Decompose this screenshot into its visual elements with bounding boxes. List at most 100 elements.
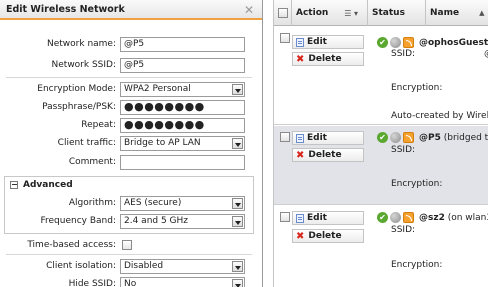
algorithm-label: Algorithm: (68, 198, 116, 208)
chevron-down-icon[interactable] (232, 216, 243, 227)
close-icon[interactable]: ✕ (244, 3, 254, 17)
select-all-cell (274, 0, 292, 26)
passphrase-label: Passphrase/PSK: (42, 102, 116, 112)
edit-button[interactable]: Edit (292, 35, 364, 49)
wireless-icon (403, 212, 414, 223)
passphrase-input[interactable]: ●●●●●●●● (120, 100, 245, 115)
client-isolation-row: Client isolation: Disabled (0, 259, 250, 275)
encryption-label: Encryption: (391, 83, 443, 93)
divider (6, 77, 252, 78)
column-header-name[interactable]: Name ▲ (426, 0, 488, 26)
delete-button[interactable]: ✖ Delete (292, 52, 364, 66)
wireless-icon (403, 37, 414, 48)
frequency-band-row: Frequency Band: 2.4 and 5 GHz (0, 214, 250, 230)
client-traffic-label: Client traffic: (57, 138, 116, 148)
edit-button[interactable]: Edit (292, 211, 364, 225)
row-checkbox[interactable] (280, 212, 290, 222)
edit-icon (296, 133, 304, 143)
time-based-access-label: Time-based access: (27, 240, 116, 250)
status-icons: ✔ @P5 (bridged t (377, 132, 488, 143)
ssid-value: @ (484, 49, 488, 59)
status-icons: ✔ @ophosGuest ( (377, 37, 488, 48)
encryption-mode-select[interactable]: WPA2 Personal (120, 82, 245, 97)
hide-ssid-row: Hide SSID: No (0, 277, 250, 287)
network-ssid-input[interactable]: @P5 (120, 58, 245, 73)
chevron-down-icon[interactable] (232, 84, 243, 95)
network-name: @P5 (419, 132, 441, 143)
comment-input[interactable] (120, 155, 245, 170)
encryption-label: Encryption: (391, 179, 443, 189)
client-traffic-row: Client traffic: Bridge to AP LAN (0, 136, 250, 152)
chevron-down-icon[interactable] (232, 279, 243, 287)
network-note: Auto-created by Wireles (391, 111, 488, 121)
table-row[interactable]: Edit ✖ Delete ✔ @ophosGuest ( SSID: @ En… (274, 27, 488, 125)
comment-label: Comment: (68, 157, 116, 167)
table-row[interactable]: Edit ✖ Delete ✔ @P5 (bridged t SSID: Enc… (274, 126, 488, 205)
client-traffic-value: Bridge to AP LAN (124, 138, 201, 148)
edit-button-label: Edit (307, 213, 327, 223)
row-checkbox[interactable] (280, 33, 290, 43)
table-row[interactable]: Edit ✖ Delete ✔ @sz2 (on wlan3 SSID: Enc… (274, 206, 488, 287)
ssid-label: SSID: (391, 49, 416, 59)
check-status-icon: ✔ (377, 37, 388, 48)
column-header-status[interactable]: Status (368, 0, 426, 26)
client-traffic-select[interactable]: Bridge to AP LAN (120, 136, 245, 151)
delete-button-label: Delete (308, 231, 342, 241)
encryption-mode-row: Encryption Mode: WPA2 Personal (0, 82, 250, 98)
column-menu-icon[interactable]: ☰ ▾ (344, 9, 358, 18)
passphrase-row: Passphrase/PSK: ●●●●●●●● (0, 100, 250, 116)
client-isolation-label: Client isolation: (46, 261, 116, 271)
delete-button[interactable]: ✖ Delete (292, 229, 364, 243)
inactive-status-icon (390, 212, 401, 223)
advanced-title: Advanced (23, 180, 73, 190)
ssid-label: SSID: (391, 145, 416, 155)
select-all-checkbox[interactable] (278, 8, 288, 18)
chevron-down-icon[interactable] (232, 261, 243, 272)
frequency-band-value: 2.4 and 5 GHz (124, 216, 189, 226)
advanced-header[interactable]: − Advanced (10, 180, 73, 190)
delete-icon: ✖ (296, 53, 305, 65)
algorithm-select[interactable]: AES (secure) (120, 196, 245, 211)
divider (6, 254, 252, 255)
wireless-icon (403, 132, 414, 143)
chevron-down-icon[interactable] (232, 198, 243, 209)
repeat-passphrase-input[interactable]: ●●●●●●●● (120, 118, 245, 133)
delete-button[interactable]: ✖ Delete (292, 148, 364, 162)
client-isolation-value: Disabled (124, 261, 164, 271)
network-name-input[interactable]: @P5 (120, 37, 245, 52)
repeat-row: Repeat: ●●●●●●●● (0, 118, 250, 134)
hide-ssid-value: No (124, 279, 137, 287)
hide-ssid-select[interactable]: No (120, 277, 245, 287)
edit-button[interactable]: Edit (292, 131, 364, 145)
column-name-label: Name (430, 8, 460, 18)
network-ssid-row: Network SSID: @P5 (0, 58, 250, 74)
column-status-label: Status (372, 8, 405, 18)
edit-icon (296, 213, 304, 223)
edit-wireless-network-dialog: Edit Wireless Network ✕ Network name: @P… (0, 0, 263, 287)
encryption-mode-label: Encryption Mode: (37, 84, 116, 94)
column-header-action[interactable]: Action ☰ ▾ (292, 0, 368, 26)
frequency-band-select[interactable]: 2.4 and 5 GHz (120, 214, 245, 229)
edit-button-label: Edit (307, 37, 327, 47)
network-name: @ophosGuest (419, 37, 488, 48)
repeat-label: Repeat: (81, 120, 116, 130)
column-action-label: Action (296, 8, 329, 18)
sort-ascending-icon[interactable]: ▲ (479, 9, 484, 17)
hide-ssid-label: Hide SSID: (68, 279, 116, 287)
client-isolation-select[interactable]: Disabled (120, 259, 245, 274)
dialog-title: Edit Wireless Network (0, 0, 262, 20)
encryption-label: Encryption: (391, 260, 443, 270)
chevron-down-icon[interactable] (232, 138, 243, 149)
edit-icon (296, 37, 304, 47)
time-based-access-checkbox[interactable] (122, 240, 132, 250)
edit-button-label: Edit (307, 133, 327, 143)
row-checkbox[interactable] (280, 132, 290, 142)
comment-row: Comment: (0, 155, 250, 171)
check-status-icon: ✔ (377, 132, 388, 143)
time-based-access-row: Time-based access: (0, 238, 250, 254)
delete-button-label: Delete (308, 54, 342, 64)
delete-icon: ✖ (296, 230, 305, 242)
collapse-icon[interactable]: − (10, 181, 18, 189)
frequency-band-label: Frequency Band: (40, 216, 117, 226)
grid-header: Action ☰ ▾ Status Name ▲ (274, 0, 488, 26)
